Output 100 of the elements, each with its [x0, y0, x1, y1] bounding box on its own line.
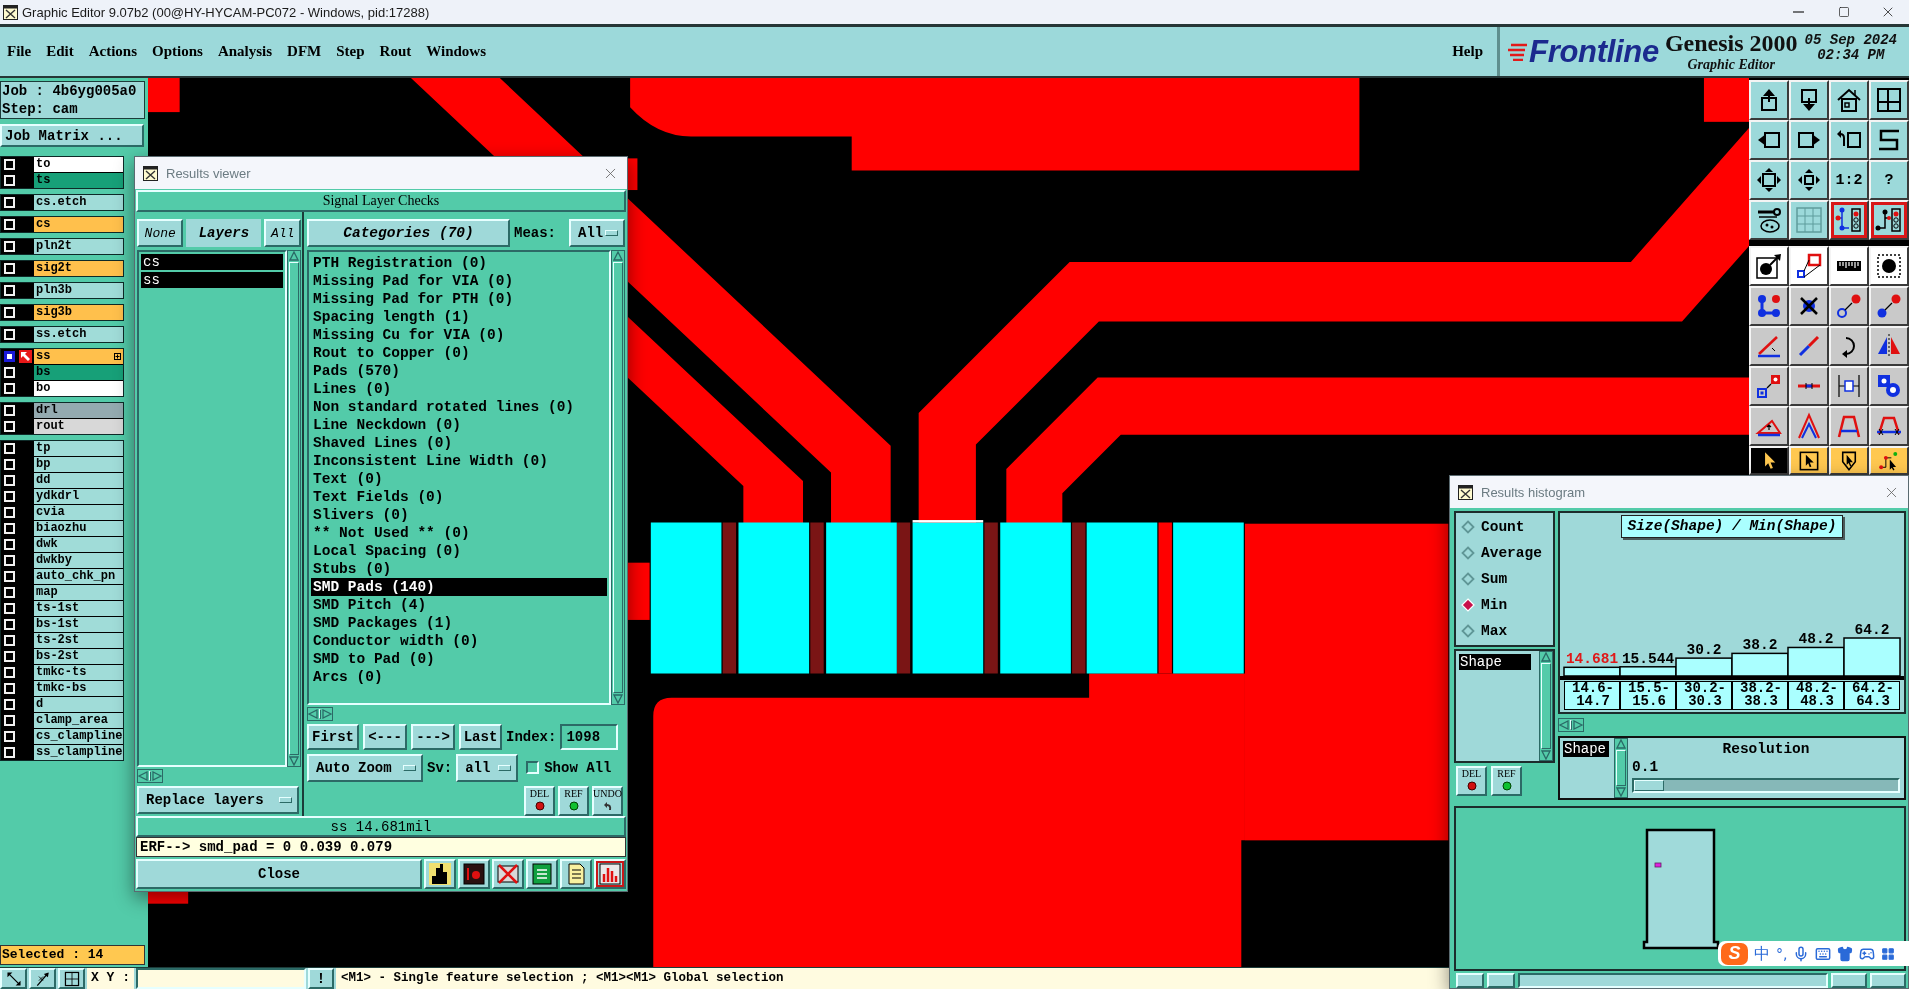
vertical-scrollbar[interactable]	[1614, 738, 1628, 798]
viewer-tool-button[interactable]	[492, 859, 524, 889]
toolbar-button[interactable]	[1789, 366, 1829, 406]
mode-option[interactable]: Max	[1461, 618, 1553, 644]
horizontal-scrollbar[interactable]	[1558, 718, 1584, 732]
category-item[interactable]: Lines (0)	[311, 380, 607, 398]
category-item[interactable]: Line Neckdown (0)	[311, 416, 607, 434]
layer-item[interactable]: ss	[141, 272, 283, 288]
toolbar-button[interactable]	[1749, 446, 1789, 475]
vertical-scrollbar[interactable]	[611, 250, 625, 705]
footer-button[interactable]	[1487, 973, 1515, 988]
toolbar-button[interactable]	[1869, 80, 1909, 120]
layer-name[interactable]: bs	[34, 365, 123, 380]
footer-button[interactable]	[1870, 973, 1906, 988]
toolbar-button[interactable]	[1869, 120, 1909, 160]
toolbar-button[interactable]	[1749, 286, 1789, 326]
none-button[interactable]: None	[137, 219, 184, 247]
meas-dropdown[interactable]: All	[569, 219, 625, 247]
categories-button[interactable]: Categories (70)	[307, 219, 510, 247]
help-menu[interactable]: Help	[1452, 43, 1483, 60]
category-item[interactable]: SMD Packages (1)	[311, 614, 607, 632]
category-item[interactable]: Inconsistent Line Width (0)	[311, 452, 607, 470]
vertical-scrollbar[interactable]	[1539, 651, 1553, 761]
layer-name[interactable]: auto_chk_pn	[34, 569, 123, 584]
layer-name[interactable]: map	[34, 585, 123, 600]
toolbar-button[interactable]	[1869, 406, 1909, 446]
layer-name[interactable]: bp	[34, 457, 123, 472]
layer-name[interactable]: tmkc-bs	[34, 681, 123, 696]
layer-name[interactable]: biaozhu	[34, 521, 123, 536]
menu-item[interactable]: Actions	[88, 43, 137, 60]
replace-mode-dropdown[interactable]: Replace layers	[137, 786, 299, 814]
punctuation-mode-label[interactable]: °,	[1776, 946, 1788, 961]
toolbar-button[interactable]	[1749, 120, 1789, 160]
viewer-tool-button[interactable]	[560, 859, 592, 889]
category-item[interactable]: Shaved Lines (0)	[311, 434, 607, 452]
toolbar-button[interactable]: 1:2	[1829, 160, 1869, 200]
menu-item[interactable]: Analysis	[217, 43, 273, 60]
vertical-scrollbar[interactable]	[287, 250, 301, 767]
toolbar-button[interactable]	[1829, 446, 1869, 475]
toolbar-button[interactable]	[1869, 246, 1909, 286]
viewer-tool-button[interactable]	[594, 859, 626, 889]
menu-item[interactable]: Step	[336, 43, 365, 60]
action-button[interactable]: REF	[558, 786, 589, 816]
toolbar-button[interactable]	[1789, 120, 1829, 160]
mode-option[interactable]: Count	[1461, 514, 1553, 540]
menu-item[interactable]: File	[7, 43, 32, 60]
toolbar-button[interactable]	[1829, 120, 1869, 160]
alert-button[interactable]: !	[308, 968, 334, 989]
layer-name[interactable]: dwk	[34, 537, 123, 552]
toolbar-button[interactable]	[1829, 80, 1869, 120]
viewer-tool-button[interactable]	[424, 859, 456, 889]
layer-name[interactable]: drl	[34, 403, 123, 418]
category-item[interactable]: Missing Cu for VIA (0)	[311, 326, 607, 344]
nav-button[interactable]: --->	[411, 724, 455, 750]
menu-item[interactable]: Options	[152, 43, 203, 60]
layer-item[interactable]: cs	[141, 254, 283, 270]
layer-name[interactable]: bo	[34, 381, 123, 396]
menu-item[interactable]: Rout	[379, 43, 412, 60]
horizontal-scrollbar[interactable]	[307, 707, 333, 721]
category-item[interactable]: PTH Registration (0)	[311, 254, 607, 272]
layer-name[interactable]: pln2t	[34, 239, 123, 254]
toolbar-button[interactable]	[1789, 326, 1829, 366]
mode-option[interactable]: Min	[1461, 592, 1553, 618]
toolbar-button[interactable]	[1869, 326, 1909, 366]
category-item[interactable]: Text (0)	[311, 470, 607, 488]
group-item[interactable]: Shape	[1563, 741, 1609, 757]
toolbar-button[interactable]	[1869, 200, 1909, 240]
keyboard-icon[interactable]	[1815, 945, 1832, 962]
layer-name[interactable]: cs	[34, 217, 123, 232]
toolbar-button[interactable]	[1749, 246, 1789, 286]
menu-item[interactable]: Edit	[46, 43, 74, 60]
toolbar-button[interactable]	[1749, 326, 1789, 366]
nav-button[interactable]: First	[307, 724, 359, 750]
toolbar-button[interactable]	[1749, 160, 1789, 200]
layer-name[interactable]: sig3b	[34, 305, 123, 320]
layer-name[interactable]: clamp_area	[34, 713, 123, 728]
layer-name[interactable]: cs_clampline	[34, 729, 123, 744]
layer-name[interactable]: to	[34, 157, 123, 172]
layer-name[interactable]: ts-2st	[34, 633, 123, 648]
category-item[interactable]: ** Not Used ** (0)	[311, 524, 607, 542]
toolbar-button[interactable]: ?	[1869, 160, 1909, 200]
layer-name[interactable]: dd	[34, 473, 123, 488]
layer-name[interactable]: ss_clampline	[34, 745, 123, 760]
zoom-mode-dropdown[interactable]: Auto Zoom	[307, 753, 423, 782]
category-item[interactable]: Conductor width (0)	[311, 632, 607, 650]
layer-name[interactable]: bs-1st	[34, 617, 123, 632]
category-item[interactable]: SMD to Pad (0)	[311, 650, 607, 668]
toolbar-button[interactable]	[1869, 366, 1909, 406]
menu-item[interactable]: DFM	[287, 43, 322, 60]
category-item[interactable]: SMD Pitch (4)	[311, 596, 607, 614]
category-item[interactable]: Arcs (0)	[311, 668, 607, 686]
nav-button[interactable]: <---	[363, 724, 407, 750]
menu-item[interactable]: Windows	[426, 43, 486, 60]
toolbar-button[interactable]	[1829, 200, 1869, 240]
toolbar-button[interactable]	[1869, 446, 1909, 475]
layer-name[interactable]: rout	[34, 419, 123, 434]
category-item[interactable]: Missing Pad for VIA (0)	[311, 272, 607, 290]
category-item[interactable]: Slivers (0)	[311, 506, 607, 524]
toolbar-button[interactable]	[1829, 246, 1869, 286]
shirt-icon[interactable]	[1837, 945, 1854, 962]
